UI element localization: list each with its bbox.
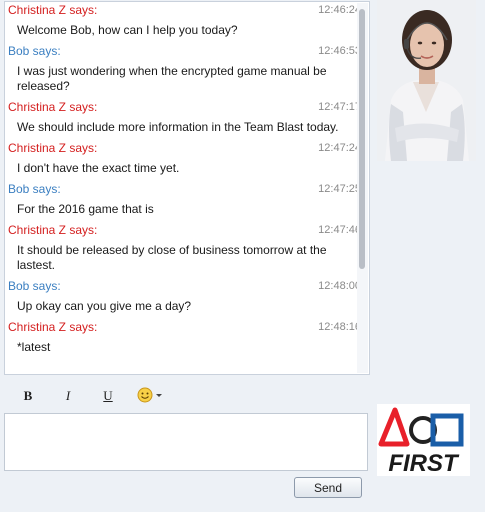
message-sender: Bob says:: [8, 279, 61, 293]
emoji-button[interactable]: [134, 386, 168, 406]
message-timestamp: 12:46:53: [318, 45, 357, 57]
message-sender: Bob says:: [8, 182, 61, 196]
message-input[interactable]: [4, 413, 368, 471]
scrollbar-thumb[interactable]: [359, 9, 365, 269]
message-timestamp: 12:46:24: [318, 4, 357, 16]
format-toolbar: B I U: [4, 382, 370, 410]
message-text: Welcome Bob, how can I help you today?: [17, 23, 238, 37]
message-header: Christina Z says: 12:47:17: [5, 99, 357, 115]
message-sender: Christina Z says:: [8, 141, 98, 155]
message-sender: Christina Z says:: [8, 100, 98, 114]
italic-button[interactable]: I: [56, 386, 80, 406]
message-text: Up okay can you give me a day?: [17, 299, 192, 313]
chat-message: Bob says: 12:46:53 I was just wondering wh…: [5, 43, 357, 99]
smiley-icon: [137, 387, 162, 403]
message-text: *latest: [17, 340, 51, 354]
underline-button[interactable]: U: [96, 386, 120, 406]
message-timestamp: 12:48:00: [318, 280, 357, 292]
chat-message: Christina Z says: 12:46:24 Welcome Bob, ho…: [5, 2, 357, 43]
message-sender: Christina Z says:: [8, 223, 98, 237]
message-text: I was just wondering when the encrypted …: [17, 64, 327, 93]
chat-message: Christina Z says: 12:47:17 We should inclu…: [5, 99, 357, 140]
message-list: Christina Z says: 12:46:24 Welcome Bob, ho…: [5, 2, 357, 374]
send-button[interactable]: Send: [294, 477, 362, 498]
chat-message: Christina Z says: 12:47:46 It should be re…: [5, 222, 357, 278]
message-sender: Christina Z says:: [8, 320, 98, 334]
chat-message: Bob says: 12:47:25 For the 2016 game that …: [5, 181, 357, 222]
message-header: Bob says: 12:47:25: [5, 181, 357, 197]
message-header: Christina Z says: 12:46:24: [5, 2, 357, 18]
message-sender: Bob says:: [8, 44, 61, 58]
message-header: Christina Z says: 12:48:16: [5, 319, 357, 335]
message-header: Bob says: 12:48:00: [5, 278, 357, 294]
message-sender: Christina Z says:: [8, 3, 98, 17]
message-header: Bob says: 12:46:53: [5, 43, 357, 59]
message-text: We should include more information in th…: [17, 120, 339, 134]
chat-message: Bob says: 12:48:00 Up okay can you give me…: [5, 278, 357, 319]
message-header: Christina Z says: 12:47:24: [5, 140, 357, 156]
first-logo-text: FIRST: [388, 450, 460, 476]
first-logo-image: FIRST: [378, 407, 464, 477]
chat-message: Christina Z says: 12:48:16 *latest: [5, 319, 357, 360]
chat-transcript: Christina Z says: 12:46:24 Welcome Bob, ho…: [4, 1, 370, 375]
message-text: For the 2016 game that is: [17, 202, 154, 216]
message-timestamp: 12:47:24: [318, 142, 357, 154]
agent-avatar: [377, 0, 476, 161]
chat-message: Christina Z says: 12:47:24 I don't have th…: [5, 140, 357, 181]
message-timestamp: 12:48:16: [318, 321, 357, 333]
message-timestamp: 12:47:17: [318, 101, 357, 113]
message-text: It should be released by close of busine…: [17, 243, 327, 272]
agent-portrait-image: [377, 0, 476, 161]
message-timestamp: 12:47:46: [318, 224, 357, 236]
transcript-scrollbar[interactable]: [357, 3, 368, 373]
bold-button[interactable]: B: [16, 386, 40, 406]
first-logo: FIRST: [377, 404, 470, 477]
chevron-down-icon: [156, 394, 162, 397]
message-text: I don't have the exact time yet.: [17, 161, 180, 175]
message-header: Christina Z says: 12:47:46: [5, 222, 357, 238]
message-timestamp: 12:47:25: [318, 183, 357, 195]
